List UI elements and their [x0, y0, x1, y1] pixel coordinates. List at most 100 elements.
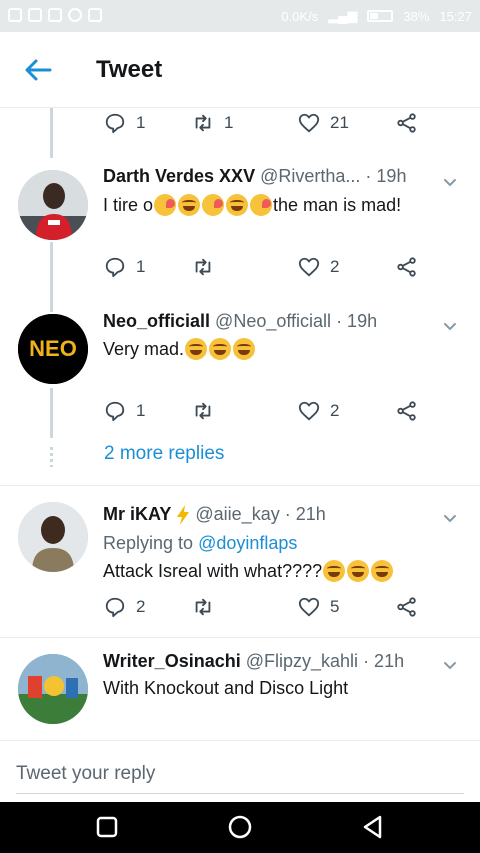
retweet-icon — [195, 598, 211, 616]
status-bar: 0.0K/s ▂▄▆ 38% 15:27 — [0, 0, 480, 32]
user-handle[interactable]: @aiie_kay — [195, 504, 279, 524]
reply-icon — [105, 257, 125, 278]
display-name[interactable]: Mr iKAY — [103, 504, 171, 524]
more-replies-link[interactable]: 2 more replies — [104, 443, 224, 465]
tweet-text-start: With Knockout and Disco Light — [103, 678, 349, 698]
heart-icon — [298, 597, 320, 617]
reply-count: 2 — [136, 597, 146, 616]
retweet-icon — [195, 114, 211, 132]
thread-dots — [50, 447, 53, 467]
replying-to-label: Replying to — [103, 533, 194, 553]
avatar-logo: NEO — [18, 314, 88, 384]
timestamp: · 19h — [336, 311, 378, 331]
retweet-button[interactable]: 1 — [192, 112, 233, 134]
display-name[interactable]: Darth Verdes XXV — [103, 166, 255, 186]
reply-input[interactable] — [16, 761, 456, 787]
reply-icon — [105, 597, 125, 618]
share-icon — [397, 257, 416, 277]
tweet-text-start: Attack Isreal with what???? — [103, 560, 323, 581]
avatar-photo — [18, 654, 88, 724]
reply-count: 1 — [136, 113, 146, 132]
avatar[interactable] — [18, 170, 88, 240]
retweet-button[interactable] — [192, 400, 214, 422]
reply-button[interactable]: 2 — [104, 596, 145, 618]
user-handle[interactable]: @Rivertha... — [260, 166, 360, 186]
app-bar: Tweet — [0, 32, 480, 108]
avatar-text: NEO — [29, 336, 77, 361]
home-icon[interactable] — [227, 814, 253, 840]
retweet-icon — [195, 402, 211, 420]
share-button[interactable] — [396, 400, 418, 422]
avatar-photo — [18, 170, 88, 240]
like-count: 5 — [330, 597, 340, 616]
user-handle[interactable]: @Flipzy_kahli — [246, 651, 358, 671]
display-name[interactable]: Neo_officiall — [103, 311, 210, 331]
tears-of-joy-emoji — [226, 194, 249, 216]
tweet-header: Darth Verdes XXV @Rivertha... · 19h — [103, 166, 406, 187]
tweet-text: With Knockout and Disco Light — [103, 678, 348, 699]
tweet-actions: 1 2 — [0, 256, 480, 286]
tweet-text: Attack Isreal with what???? — [103, 560, 394, 582]
tweet-text: I tire o the man is mad! — [103, 194, 401, 216]
avatar[interactable] — [18, 502, 88, 572]
laughing-wink-emoji — [202, 194, 225, 216]
tweet-header: Mr iKAY @aiie_kay · 21h — [103, 504, 326, 526]
replying-to-handle[interactable]: @doyinflaps — [198, 533, 297, 553]
replying-to: Replying to @doyinflaps — [103, 533, 297, 554]
reply-icon — [105, 401, 125, 422]
tears-of-joy-emoji — [371, 560, 394, 582]
avatar[interactable] — [18, 654, 88, 724]
reply-button[interactable]: 1 — [104, 112, 145, 134]
signal-icon: ▂▄▆ — [328, 8, 358, 23]
like-button[interactable]: 2 — [298, 256, 339, 278]
share-button[interactable] — [396, 256, 418, 278]
heart-icon — [298, 401, 320, 421]
like-count: 21 — [330, 113, 349, 132]
reply-count: 1 — [136, 257, 146, 276]
like-button[interactable]: 2 — [298, 400, 339, 422]
reply-button[interactable]: 1 — [104, 400, 145, 422]
chevron-down-icon[interactable] — [440, 316, 460, 336]
like-button[interactable]: 5 — [298, 596, 339, 618]
gallery-icon — [48, 8, 62, 22]
reply-button[interactable]: 1 — [104, 256, 145, 278]
chevron-down-icon[interactable] — [440, 655, 460, 675]
reply-composer — [0, 740, 480, 802]
tweet-actions: 1 1 21 — [0, 112, 480, 142]
retweet-button[interactable] — [192, 256, 214, 278]
avatar[interactable]: NEO — [18, 314, 88, 384]
reply-count: 1 — [136, 401, 146, 420]
divider — [0, 637, 480, 638]
back-icon[interactable] — [360, 814, 386, 840]
display-name[interactable]: Writer_Osinachi — [103, 651, 241, 671]
chevron-down-icon[interactable] — [440, 508, 460, 528]
share-button[interactable] — [396, 596, 418, 618]
battery-level: 38% — [403, 8, 430, 24]
network-speed: 0.0K/s — [281, 8, 319, 24]
heart-icon — [298, 113, 320, 133]
back-arrow-icon[interactable] — [22, 54, 54, 86]
tears-of-joy-emoji — [178, 194, 201, 216]
divider — [0, 485, 480, 486]
timestamp: · 21h — [363, 651, 405, 671]
tears-of-joy-emoji — [209, 338, 232, 360]
like-button[interactable]: 21 — [298, 112, 349, 134]
share-button[interactable] — [396, 112, 418, 134]
laughing-wink-emoji — [154, 194, 177, 216]
share-icon — [397, 597, 416, 617]
user-handle[interactable]: @Neo_officiall — [215, 311, 331, 331]
instagram-icon — [28, 8, 42, 22]
whatsapp-icon — [68, 8, 82, 22]
tweet-text: Very mad. — [103, 338, 256, 360]
like-count: 2 — [330, 401, 340, 420]
tears-of-joy-emoji — [233, 338, 256, 360]
chevron-down-icon[interactable] — [440, 172, 460, 192]
tears-of-joy-emoji — [185, 338, 208, 360]
page-title: Tweet — [96, 56, 163, 83]
retweet-count: 1 — [224, 113, 234, 132]
retweet-button[interactable] — [192, 596, 214, 618]
recent-apps-icon[interactable] — [94, 814, 120, 840]
tweet-text-end: the man is mad! — [273, 194, 402, 215]
tweet-header: Writer_Osinachi @Flipzy_kahli · 21h — [103, 651, 404, 672]
input-underline — [16, 793, 464, 794]
